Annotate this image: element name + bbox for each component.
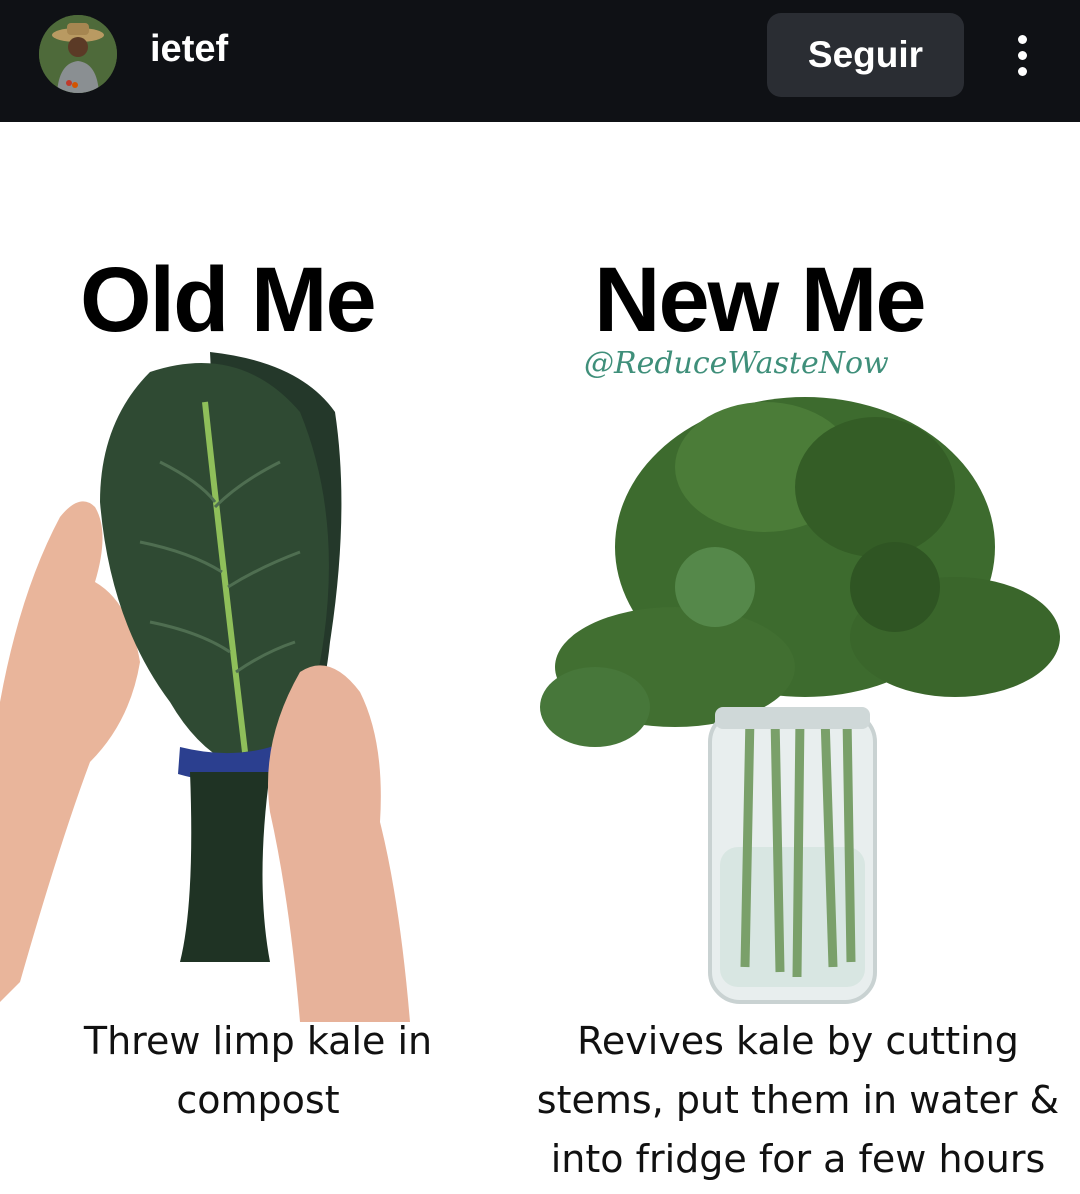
watermark-handle: @ReduceWasteNow xyxy=(584,346,889,381)
new-me-title: New Me xyxy=(594,249,927,351)
avatar[interactable] xyxy=(39,15,117,93)
revived-kale-illustration xyxy=(540,397,1060,1004)
limp-kale-illustration xyxy=(0,352,410,1022)
new-me-caption: Revives kale by cutting stems, put them … xyxy=(536,1019,1060,1181)
post-image: Old Me New Me @ReduceWasteNow Threw limp… xyxy=(0,122,1080,1194)
old-me-caption: Threw limp kale in compost xyxy=(83,1019,433,1122)
follow-button[interactable]: Seguir xyxy=(767,13,964,97)
old-me-title: Old Me xyxy=(80,249,377,351)
post-header: ietef Seguir xyxy=(0,0,1080,122)
avatar-image xyxy=(39,15,117,93)
more-options-icon[interactable] xyxy=(1000,22,1044,88)
username[interactable]: ietef xyxy=(150,28,228,71)
